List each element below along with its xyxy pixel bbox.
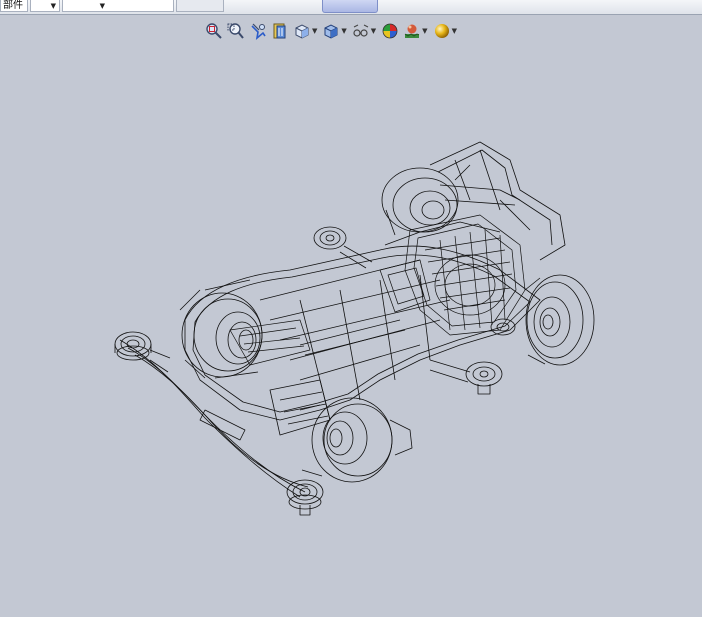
previous-view-button[interactable] (248, 20, 268, 42)
edit-appearance-button[interactable] (380, 20, 400, 42)
motor-gearbox (229, 214, 526, 366)
rear-rollers (429, 318, 516, 395)
hide-show-items-button[interactable] (351, 20, 371, 42)
view-settings-button[interactable] (432, 20, 452, 42)
heads-up-view-toolbar: ▼ ▼ ▼ ▼ ▼ (204, 19, 459, 43)
graphics-area[interactable] (0, 44, 702, 613)
view-orientation-button[interactable] (292, 20, 312, 42)
chevron-down-icon[interactable]: ▼ (422, 27, 427, 35)
empty-slot (176, 0, 224, 12)
chevron-down-icon[interactable]: ▼ (312, 27, 317, 35)
front-bumper (119, 339, 309, 498)
command-bar: 部件 ▼ ▼ (0, 0, 702, 15)
part-combo-label: 部件 (3, 0, 23, 11)
part-combo[interactable]: 部件 (0, 0, 28, 12)
apply-scene-icon (404, 24, 420, 38)
chevron-down-icon[interactable]: ▼ (452, 27, 457, 35)
active-tab[interactable] (322, 0, 378, 13)
section-view-icon (273, 23, 286, 39)
rear-left-wheel (381, 164, 471, 236)
front-body (199, 319, 406, 441)
front-left-wheel (179, 279, 263, 379)
zoom-to-fit-button[interactable] (204, 20, 224, 42)
chevron-down-icon[interactable]: ▼ (371, 27, 376, 35)
previous-view-icon (251, 23, 266, 40)
view-orientation-icon (295, 24, 309, 39)
hide-show-items-icon (353, 24, 369, 37)
chevron-down-icon: ▼ (50, 2, 56, 10)
zoom-to-area-icon (227, 23, 244, 39)
zoom-to-area-button[interactable] (226, 20, 246, 42)
display-style-icon (324, 24, 338, 39)
display-combo[interactable]: ▼ (62, 0, 174, 12)
edit-appearance-icon (382, 23, 398, 39)
apply-scene-button[interactable] (402, 20, 422, 42)
zoom-to-fit-icon (206, 23, 222, 39)
view-settings-icon (434, 24, 449, 38)
chevron-down-icon[interactable]: ▼ (341, 27, 346, 35)
display-style-button[interactable] (321, 20, 341, 42)
rear-right-wheel (524, 274, 595, 366)
section-view-button[interactable] (270, 20, 290, 42)
front-left-roller (114, 331, 152, 361)
config-combo[interactable]: ▼ (30, 0, 60, 12)
chevron-down-icon: ▼ (99, 2, 105, 10)
wireframe-car-model[interactable] (0, 44, 702, 613)
